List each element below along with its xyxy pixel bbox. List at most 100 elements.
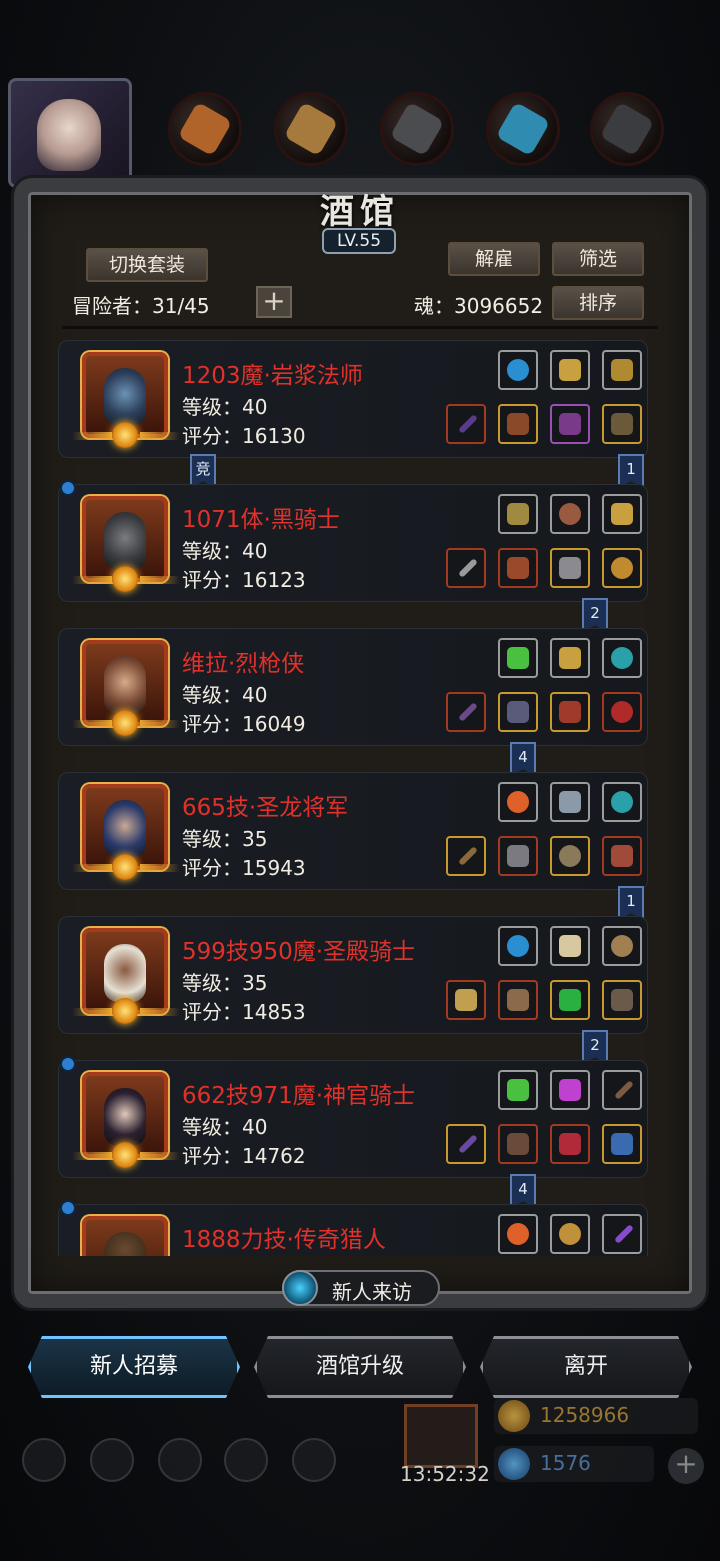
add-slot-button[interactable]: + bbox=[256, 286, 292, 318]
staff-icon[interactable] bbox=[446, 1124, 486, 1164]
amethyst-icon[interactable] bbox=[550, 1070, 590, 1110]
spear-icon[interactable] bbox=[446, 692, 486, 732]
bag-icon[interactable] bbox=[550, 494, 590, 534]
mask-icon[interactable] bbox=[602, 980, 642, 1020]
sort-button[interactable]: 排序 bbox=[552, 286, 644, 320]
settings-icon[interactable] bbox=[22, 1438, 66, 1482]
hero-score: 评分：16123 bbox=[182, 568, 306, 592]
sword-icon[interactable] bbox=[446, 548, 486, 588]
hero-list[interactable]: 1203魔·岩浆法师 等级：40 评分：16130 竞 1 1071体·黑骑士 … bbox=[58, 340, 650, 1256]
armor-icon[interactable] bbox=[498, 548, 538, 588]
crystal-icon[interactable] bbox=[498, 1070, 538, 1110]
gem-counter: 1576 bbox=[494, 1446, 654, 1482]
rank-badge-icon bbox=[112, 1142, 138, 1168]
gem-icon[interactable] bbox=[602, 638, 642, 678]
hero-card[interactable]: 665技·圣龙将军 等级：35 评分：15943 bbox=[58, 772, 648, 892]
hero-card[interactable]: 1888力技·传奇猎人 bbox=[58, 1200, 648, 1256]
rank-ribbon: 2 bbox=[582, 1030, 608, 1064]
pendant-icon[interactable] bbox=[602, 1124, 642, 1164]
shield-icon[interactable] bbox=[602, 404, 642, 444]
tome-icon[interactable] bbox=[550, 404, 590, 444]
hero-level: 等级：40 bbox=[182, 395, 268, 419]
hero-card[interactable]: 662技971魔·神官骑士 等级：40 评分：14762 bbox=[58, 1056, 648, 1180]
hero-name: 599技950魔·圣殿骑士 bbox=[182, 939, 416, 965]
hero-card[interactable]: 维拉·烈枪侠 等级：40 评分：16049 bbox=[58, 628, 648, 748]
soul-count: 魂：3096652 bbox=[414, 294, 544, 318]
resource-iron-icon[interactable] bbox=[590, 92, 664, 166]
mail-icon[interactable] bbox=[224, 1438, 268, 1482]
rank-badge-icon bbox=[112, 422, 138, 448]
robe-icon[interactable] bbox=[498, 1124, 538, 1164]
rank-ribbon: 4 bbox=[510, 1174, 536, 1208]
player-avatar[interactable] bbox=[8, 78, 132, 188]
lantern-icon[interactable] bbox=[550, 638, 590, 678]
rank-ribbon: 竞 bbox=[190, 454, 216, 488]
gold-icon bbox=[498, 1400, 530, 1432]
hero-score: 评分：16130 bbox=[182, 424, 306, 448]
add-currency-button[interactable]: + bbox=[668, 1448, 704, 1484]
star-icon[interactable] bbox=[90, 1438, 134, 1482]
hero-name: 维拉·烈枪侠 bbox=[182, 651, 305, 677]
fire-icon[interactable] bbox=[498, 1214, 538, 1254]
rank-ribbon: 1 bbox=[618, 454, 644, 488]
amulet-icon[interactable] bbox=[498, 494, 538, 534]
orb-icon[interactable] bbox=[498, 350, 538, 390]
divider bbox=[62, 326, 658, 329]
hero-score: 评分：14762 bbox=[182, 1144, 306, 1168]
medal-icon[interactable] bbox=[602, 836, 642, 876]
candle-icon[interactable] bbox=[550, 926, 590, 966]
hammer-icon[interactable] bbox=[446, 980, 486, 1020]
hero-level: 等级：40 bbox=[182, 539, 268, 563]
gem-value: 1576 bbox=[540, 1451, 591, 1475]
lantern-icon[interactable] bbox=[602, 350, 642, 390]
resource-stone-icon[interactable] bbox=[380, 92, 454, 166]
upgrade-tavern-button[interactable]: 酒馆升级 bbox=[254, 1336, 466, 1398]
orb-icon[interactable] bbox=[498, 926, 538, 966]
hero-name: 1203魔·岩浆法师 bbox=[182, 363, 363, 389]
map-icon[interactable] bbox=[158, 1438, 202, 1482]
armor-icon[interactable] bbox=[498, 692, 538, 732]
lantern-icon[interactable] bbox=[550, 350, 590, 390]
dismiss-button[interactable]: 解雇 bbox=[448, 242, 540, 276]
armor-icon[interactable] bbox=[498, 836, 538, 876]
recruit-button[interactable]: 新人招募 bbox=[28, 1336, 240, 1398]
hero-name: 665技·圣龙将军 bbox=[182, 795, 349, 821]
bow-icon[interactable] bbox=[446, 836, 486, 876]
leave-button[interactable]: 离开 bbox=[480, 1336, 692, 1398]
gem-icon[interactable] bbox=[602, 782, 642, 822]
rank-ribbon: 2 bbox=[582, 598, 608, 632]
switch-outfit-button[interactable]: 切换套装 bbox=[86, 248, 208, 282]
disc-icon[interactable] bbox=[550, 836, 590, 876]
compass-icon[interactable] bbox=[602, 926, 642, 966]
crystal-icon[interactable] bbox=[498, 638, 538, 678]
armor-icon[interactable] bbox=[498, 404, 538, 444]
wand-icon[interactable] bbox=[602, 1070, 642, 1110]
lantern-icon[interactable] bbox=[602, 494, 642, 534]
gift-icon[interactable] bbox=[404, 1404, 478, 1468]
visitor-label: 新人来访 bbox=[332, 1280, 412, 1304]
rank-badge-icon bbox=[112, 998, 138, 1024]
spider-icon[interactable] bbox=[602, 548, 642, 588]
emblem-icon[interactable] bbox=[550, 782, 590, 822]
filter-button[interactable]: 筛选 bbox=[552, 242, 644, 276]
staff-icon[interactable] bbox=[446, 404, 486, 444]
necklace-icon[interactable] bbox=[550, 1124, 590, 1164]
hero-card[interactable]: 1203魔·岩浆法师 等级：40 评分：16130 bbox=[58, 340, 648, 460]
hero-card[interactable]: 1071体·黑骑士 等级：40 评分：16123 bbox=[58, 480, 648, 604]
new-visitor-button[interactable]: 新人来访 bbox=[282, 1270, 440, 1306]
ring-icon[interactable] bbox=[602, 692, 642, 732]
armor-icon[interactable] bbox=[498, 980, 538, 1020]
compass-icon[interactable] bbox=[550, 1214, 590, 1254]
shield-icon[interactable] bbox=[550, 548, 590, 588]
resource-food-icon[interactable] bbox=[168, 92, 242, 166]
blade-icon[interactable] bbox=[602, 1214, 642, 1254]
hero-card[interactable]: 599技950魔·圣殿骑士 等级：35 评分：14853 bbox=[58, 916, 648, 1036]
emerald-icon[interactable] bbox=[550, 980, 590, 1020]
hero-level: 等级：40 bbox=[182, 1115, 268, 1139]
fire-icon[interactable] bbox=[498, 782, 538, 822]
hero-score: 评分：14853 bbox=[182, 1000, 306, 1024]
necklace-icon[interactable] bbox=[550, 692, 590, 732]
resource-wood-icon[interactable] bbox=[274, 92, 348, 166]
social-icon[interactable] bbox=[292, 1438, 336, 1482]
resource-crystal-icon[interactable] bbox=[486, 92, 560, 166]
